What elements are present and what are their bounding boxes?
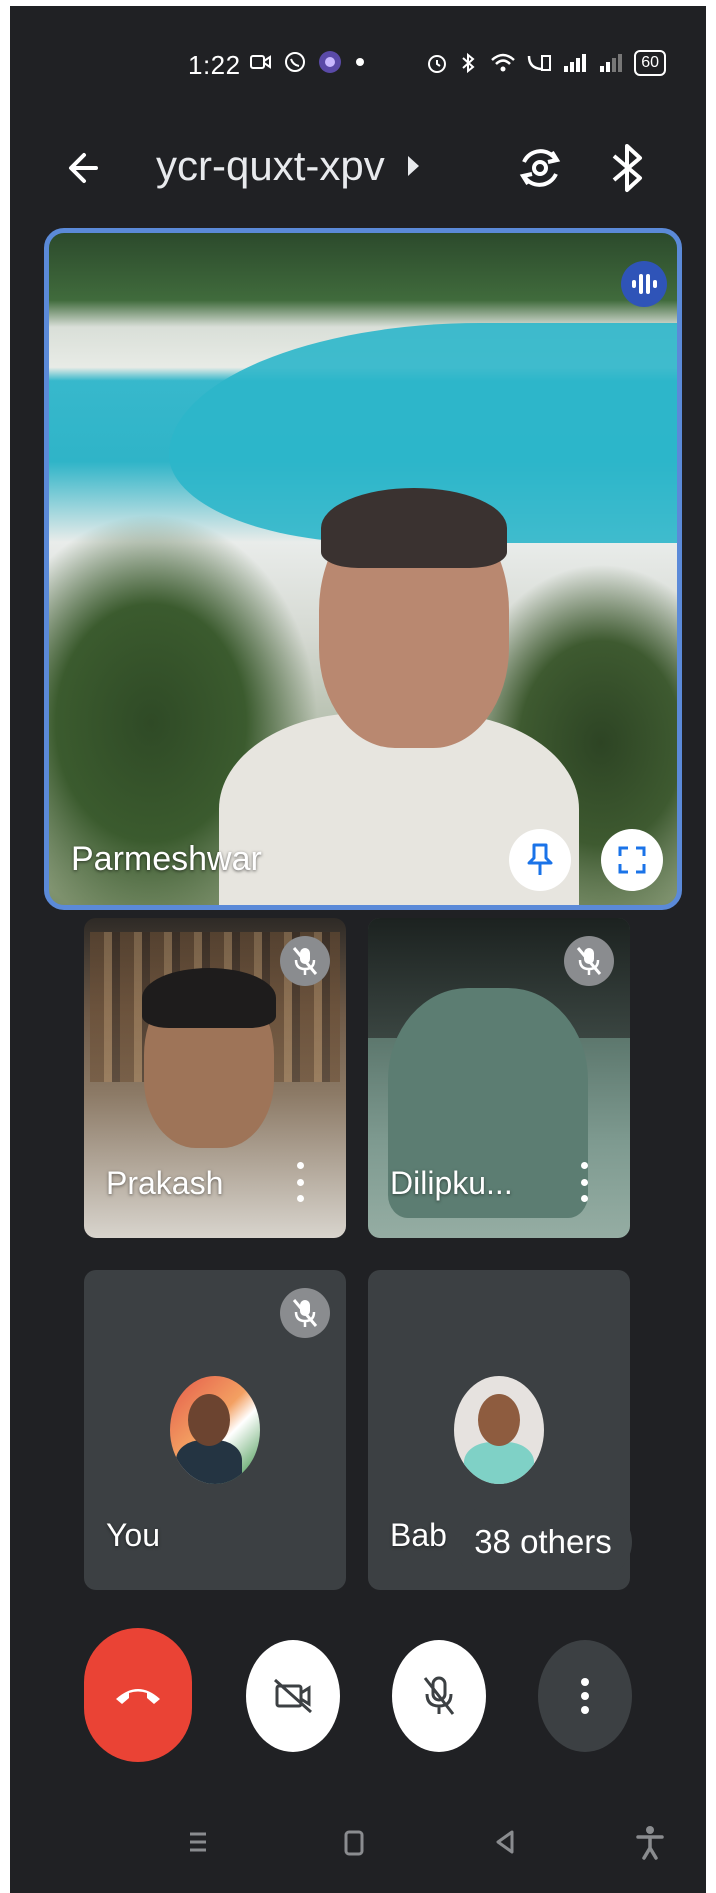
alarm-icon [428,55,447,73]
call-end-icon [116,1689,160,1704]
video-call-icon [250,55,271,69]
phone-screen: 1:22 60 ycr-quxt-xpv Parmeshwar Prakash … [10,6,706,1893]
participant-name: Prakash [106,1165,224,1201]
battery-indicator: 60 [634,50,666,76]
more-vert-icon[interactable] [580,1162,588,1202]
back-icon[interactable] [486,1822,526,1862]
meeting-code[interactable]: ycr-quxt-xpv [156,142,385,190]
meeting-header: ycr-quxt-xpv [10,134,706,204]
avatar [454,1376,544,1484]
home-icon[interactable] [334,1822,374,1862]
participant-name: Parmeshwar [71,840,262,878]
camera-toggle-button[interactable] [246,1640,340,1752]
audio-wave-icon [621,261,667,307]
menu-icon[interactable] [178,1822,218,1862]
hang-up-button[interactable] [84,1628,192,1762]
fullscreen-button[interactable] [601,829,663,891]
participant-name: Bab [390,1517,447,1553]
fullscreen-icon [618,846,646,874]
active-speaker-tile[interactable]: Parmeshwar [44,228,682,910]
pin-icon [527,843,553,875]
self-tile[interactable]: You [84,1270,346,1590]
signal-2-icon [600,54,623,72]
more-vert-icon[interactable] [296,1162,304,1202]
participant-name: Dilipku... [390,1165,513,1201]
system-navigation-bar [10,1806,706,1893]
bluetooth-icon[interactable] [602,138,652,198]
arrow-left-icon[interactable] [56,138,116,198]
wifi-icon [491,53,516,72]
avatar [170,1376,260,1484]
status-bar: 1:22 60 [10,6,706,116]
mic-off-icon [564,936,614,986]
caret-right-icon[interactable] [408,156,419,176]
accessibility-icon[interactable] [630,1822,670,1862]
flip-camera-icon[interactable] [510,138,570,198]
mic-off-icon [280,936,330,986]
signal-icon [564,54,587,72]
participant-name: You [106,1517,160,1553]
mic-off-icon [280,1288,330,1338]
notification-icons [250,50,366,74]
pin-button[interactable] [509,829,571,891]
others-chip[interactable]: 38 others [454,1506,632,1578]
volte-icon [527,55,552,71]
status-time: 1:22 [188,50,241,80]
bluetooth-vibrate-icon [462,52,475,74]
mic-toggle-button[interactable] [392,1640,486,1752]
participant-tile[interactable]: Dilipku... [368,918,630,1238]
participant-tile[interactable]: Prakash [84,918,346,1238]
whatsapp-icon [285,52,305,72]
mic-off-icon [423,1676,455,1715]
videocam-off-icon [274,1678,312,1714]
app-badge-icon [319,51,341,73]
system-icons: 60 [426,50,666,76]
more-vert-icon [581,1678,589,1714]
dot-icon [356,58,364,66]
more-options-button[interactable] [538,1640,632,1752]
